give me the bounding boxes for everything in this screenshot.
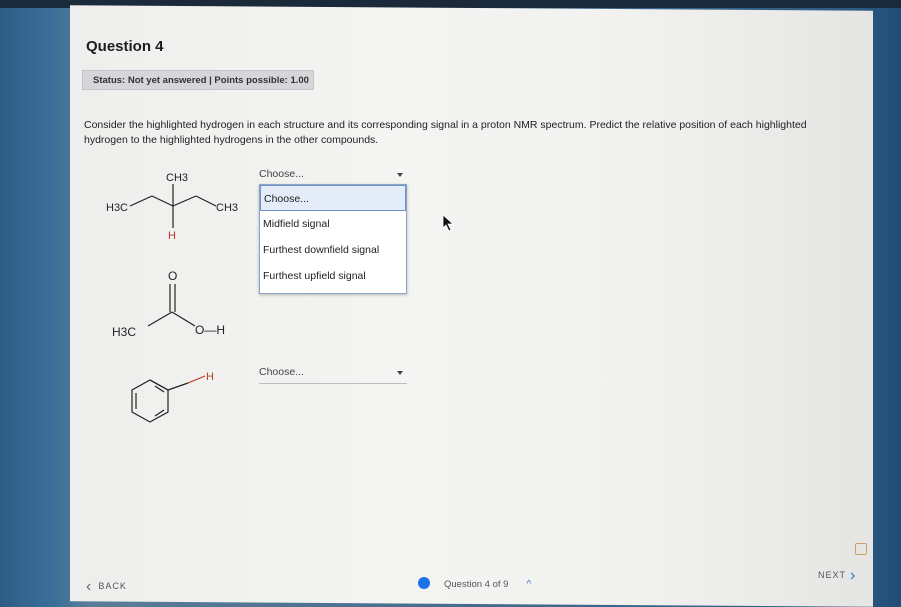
answer-select-3-value: Choose... [259,366,304,378]
isobutane-h3c-left: H3C [106,202,128,214]
answer-select-1-value: Choose... [259,168,304,180]
next-button[interactable]: NEXT › [818,567,856,585]
progress-label: Question 4 of 9 [444,579,509,590]
acetic-acid-oh: O—H [195,323,225,337]
isobutane-ch3-right: CH3 [216,202,238,214]
chemical-structures: CH3 H3C CH3 H O H3C O—H H [106,172,238,423]
dropdown-option-midfield[interactable]: Midfield signal [260,211,406,237]
answer-select-3[interactable]: Choose... [259,362,407,384]
isobutane-highlighted-h: H [168,230,176,242]
chevron-up-icon[interactable]: ^ [526,579,531,590]
acetic-acid-h3c: H3C [112,325,136,339]
isobutane-ch3-top: CH3 [166,172,188,184]
chevron-left-icon: ‹ [86,578,93,595]
dropdown-option-downfield[interactable]: Furthest downfield signal [260,237,406,263]
back-label: BACK [98,581,127,591]
question-progress[interactable]: Question 4 of 9 ^ [418,574,531,592]
isobutane-structure [129,184,217,228]
mouse-pointer-icon [442,214,455,232]
chevron-down-icon [397,173,403,177]
dropdown-option-choose[interactable]: Choose... [260,185,406,211]
back-button[interactable]: ‹ BACK [86,578,127,596]
dropdown-option-upfield[interactable]: Furthest upfield signal [260,263,406,289]
answer-dropdown-menu: Choose... Midfield signal Furthest downf… [259,184,407,294]
flag-icon[interactable] [855,543,867,555]
chevron-right-icon: › [850,567,857,584]
progress-dot-icon [418,577,430,589]
acetic-acid-carbonyl-o: O [168,269,177,283]
answer-select-1[interactable]: Choose... [259,164,407,186]
chevron-down-icon [397,371,403,375]
acetic-acid-structure [147,284,196,327]
next-label: NEXT [818,570,847,580]
benzaldehyde-highlighted-h: H [206,371,214,383]
benzaldehyde-structure [131,375,206,423]
